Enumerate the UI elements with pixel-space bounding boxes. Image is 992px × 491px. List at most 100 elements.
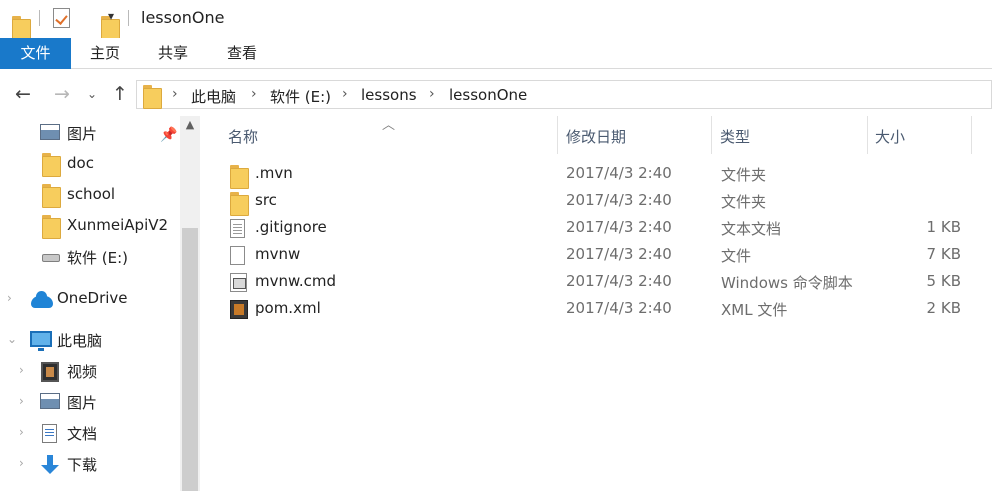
file-name: pom.xml <box>255 299 321 317</box>
nav-item-pictures-pinned[interactable]: 图片 📌 <box>0 119 180 147</box>
nav-item-this-pc[interactable]: ⌄ 此电脑 <box>0 326 180 354</box>
documents-icon <box>42 424 57 443</box>
file-type: 文件夹 <box>721 193 767 211</box>
chevron-right-icon[interactable]: › <box>19 363 24 377</box>
nav-item-label: 软件 (E:) <box>67 249 129 267</box>
nav-item-label: 视频 <box>67 363 98 381</box>
file-name: mvnw <box>255 245 301 263</box>
file-type: Windows 命令脚本 <box>721 274 853 292</box>
video-icon <box>41 362 59 382</box>
pc-icon <box>30 331 52 351</box>
scroll-up-icon[interactable]: ▲ <box>180 118 200 131</box>
file-size: 1 KB <box>926 218 961 236</box>
nav-item-label: 文档 <box>67 425 98 443</box>
file-size: 7 KB <box>926 245 961 263</box>
file-size: 5 KB <box>926 272 961 290</box>
tab-home[interactable]: 主页 <box>80 38 130 69</box>
nav-item-xunmeiapiv2[interactable]: XunmeiApiV2 <box>0 212 180 240</box>
folder-icon <box>42 184 61 208</box>
file-size: 2 KB <box>926 299 961 317</box>
download-icon <box>41 455 59 475</box>
nav-item-school[interactable]: school <box>0 181 180 209</box>
table-row[interactable]: .gitignore 2017/4/3 2:40 文本文档 1 KB <box>202 215 992 242</box>
file-name: src <box>255 191 277 209</box>
quick-access-divider <box>39 10 40 26</box>
tab-file[interactable]: 文件 <box>0 38 71 69</box>
nav-item-videos[interactable]: › 视频 <box>0 357 180 385</box>
forward-arrow-icon[interactable]: → <box>49 82 75 106</box>
table-row[interactable]: pom.xml 2017/4/3 2:40 XML 文件 2 KB <box>202 296 992 323</box>
recent-locations-icon[interactable]: ⌄ <box>84 82 100 106</box>
nav-item-label: school <box>67 185 116 203</box>
folder-icon <box>42 153 61 177</box>
breadcrumb-drive-e[interactable]: 软件 (E:) <box>270 86 331 107</box>
file-name: .mvn <box>255 164 293 182</box>
navpane-scrollbar[interactable]: ▲ <box>180 116 200 491</box>
table-row[interactable]: .mvn 2017/4/3 2:40 文件夹 <box>202 161 992 189</box>
text-file-icon <box>230 219 245 238</box>
breadcrumb-this-pc[interactable]: 此电脑 <box>191 86 236 107</box>
title-divider <box>128 10 129 26</box>
address-bar[interactable]: › 此电脑 › 软件 (E:) › lessons › lessonOne <box>136 80 992 109</box>
pin-icon[interactable]: 📌 <box>160 127 177 143</box>
tab-view[interactable]: 查看 <box>217 38 267 69</box>
file-name: .gitignore <box>255 218 327 236</box>
nav-item-label: 下载 <box>67 456 98 474</box>
file-type: 文本文档 <box>721 220 782 238</box>
table-row[interactable]: src 2017/4/3 2:40 文件夹 <box>202 188 992 216</box>
nav-item-downloads[interactable]: › 下载 <box>0 450 180 478</box>
column-header-type[interactable]: 类型 <box>712 116 867 154</box>
file-modified: 2017/4/3 2:40 <box>566 299 672 317</box>
column-label: 类型 <box>720 128 751 146</box>
column-label: 名称 <box>228 128 259 146</box>
chevron-right-icon[interactable]: › <box>429 86 435 102</box>
file-modified: 2017/4/3 2:40 <box>566 164 672 182</box>
column-divider[interactable] <box>971 116 972 154</box>
chevron-right-icon[interactable]: › <box>19 394 24 408</box>
nav-item-label: 此电脑 <box>57 332 103 350</box>
folder-icon <box>230 165 249 189</box>
scrollbar-thumb[interactable] <box>182 228 198 491</box>
nav-item-label: 图片 <box>67 125 98 143</box>
back-arrow-icon[interactable]: ← <box>10 82 36 106</box>
file-type: XML 文件 <box>721 301 788 319</box>
tab-share[interactable]: 共享 <box>148 38 198 69</box>
breadcrumb-lessonone[interactable]: lessonOne <box>449 86 527 104</box>
folder-icon[interactable] <box>12 16 31 40</box>
chevron-right-icon[interactable]: › <box>19 456 24 470</box>
file-type: 文件夹 <box>721 166 767 184</box>
properties-icon[interactable] <box>53 8 70 28</box>
pictures-icon <box>40 393 60 409</box>
nav-item-doc[interactable]: doc <box>0 150 180 178</box>
chevron-right-icon[interactable]: › <box>342 86 348 102</box>
column-header-name[interactable]: ︿ 名称 <box>202 116 557 154</box>
customize-quick-access-icon[interactable]: ▾ <box>108 9 114 23</box>
file-modified: 2017/4/3 2:40 <box>566 245 672 263</box>
column-header-modified[interactable]: 修改日期 <box>558 116 711 154</box>
up-arrow-icon[interactable]: ↑ <box>107 82 133 106</box>
nav-item-label: doc <box>67 154 94 172</box>
chevron-right-icon[interactable]: › <box>7 291 12 305</box>
chevron-right-icon[interactable]: › <box>172 86 178 102</box>
navigation-bar: ← → ⌄ ↑ › 此电脑 › 软件 (E:) › lessons › less… <box>0 76 992 112</box>
nav-item-drive-e[interactable]: 软件 (E:) <box>0 243 180 271</box>
nav-item-label: OneDrive <box>57 289 128 307</box>
title-bar: ▾ lessonOne <box>0 0 992 40</box>
folder-icon <box>143 85 162 109</box>
nav-item-pictures[interactable]: › 图片 <box>0 388 180 416</box>
folder-icon <box>230 192 249 216</box>
chevron-right-icon[interactable]: › <box>19 425 24 439</box>
table-row[interactable]: mvnw 2017/4/3 2:40 文件 7 KB <box>202 242 992 269</box>
file-icon <box>230 246 245 265</box>
nav-item-onedrive[interactable]: › OneDrive <box>0 285 180 313</box>
file-modified: 2017/4/3 2:40 <box>566 272 672 290</box>
chevron-right-icon[interactable]: › <box>251 86 257 102</box>
breadcrumb-lessons[interactable]: lessons <box>361 86 417 104</box>
nav-item-label: XunmeiApiV2 <box>67 216 169 234</box>
nav-item-documents[interactable]: › 文档 <box>0 419 180 447</box>
column-header-size[interactable]: 大小 <box>868 116 971 154</box>
chevron-down-icon[interactable]: ⌄ <box>7 332 17 346</box>
sort-ascending-icon: ︿ <box>382 118 396 133</box>
xml-file-icon <box>230 300 248 319</box>
table-row[interactable]: mvnw.cmd 2017/4/3 2:40 Windows 命令脚本 5 KB <box>202 269 992 296</box>
